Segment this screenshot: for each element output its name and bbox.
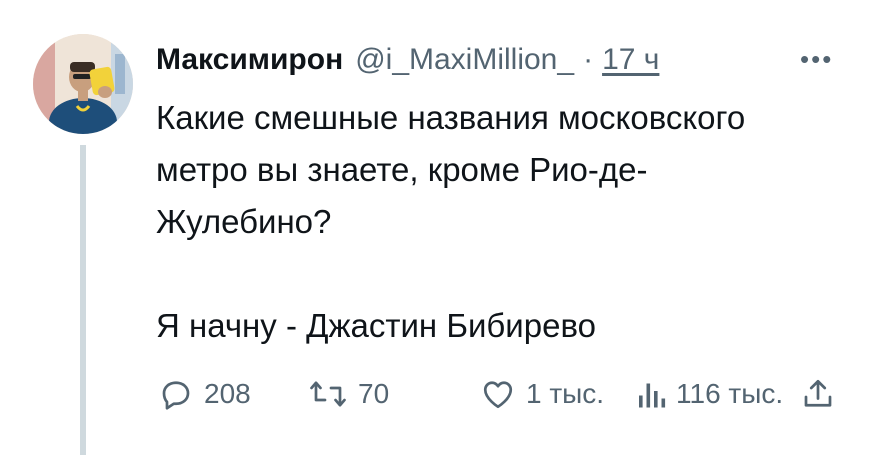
author-name[interactable]: Максимирон: [156, 40, 343, 80]
share-icon: [800, 376, 836, 412]
like-count: 1 тыс.: [526, 378, 605, 409]
tweet-text-line: Жулебино?: [156, 203, 332, 240]
retweet-count: 70: [358, 378, 390, 409]
avatar-photo: [33, 34, 133, 134]
views-button[interactable]: 116 тыс.: [636, 374, 783, 414]
thread-line: [80, 145, 86, 455]
retweet-icon: [308, 376, 348, 412]
reply-button[interactable]: 208: [158, 374, 251, 414]
tweet-timestamp[interactable]: 17 ч: [602, 40, 659, 80]
reply-count: 208: [204, 378, 251, 409]
views-icon: [636, 376, 666, 412]
tweet-header: Максимирон @i_MaxiMillion_ · 17 ч: [156, 40, 659, 80]
like-button[interactable]: 1 тыс.: [480, 374, 604, 414]
tweet-actions: 208 70 1 тыс. 116 тыс.: [158, 374, 848, 414]
more-options-icon[interactable]: •••: [800, 46, 833, 72]
views-count: 116 тыс.: [676, 378, 784, 409]
tweet-text-line: метро вы знаете, кроме Рио-де-: [156, 151, 648, 188]
tweet-text: Какие смешные названия московского метро…: [156, 92, 846, 352]
author-handle[interactable]: @i_MaxiMillion_: [355, 40, 574, 80]
separator-dot: ·: [583, 43, 594, 76]
author-avatar[interactable]: [33, 34, 133, 134]
retweet-button[interactable]: 70: [308, 374, 389, 414]
like-icon: [480, 376, 516, 412]
reply-icon: [158, 376, 194, 412]
share-button[interactable]: [800, 374, 836, 414]
tweet-text-line: Я начну - Джастин Бибирево: [156, 307, 596, 344]
tweet-text-line: Какие смешные названия московского: [156, 99, 746, 136]
